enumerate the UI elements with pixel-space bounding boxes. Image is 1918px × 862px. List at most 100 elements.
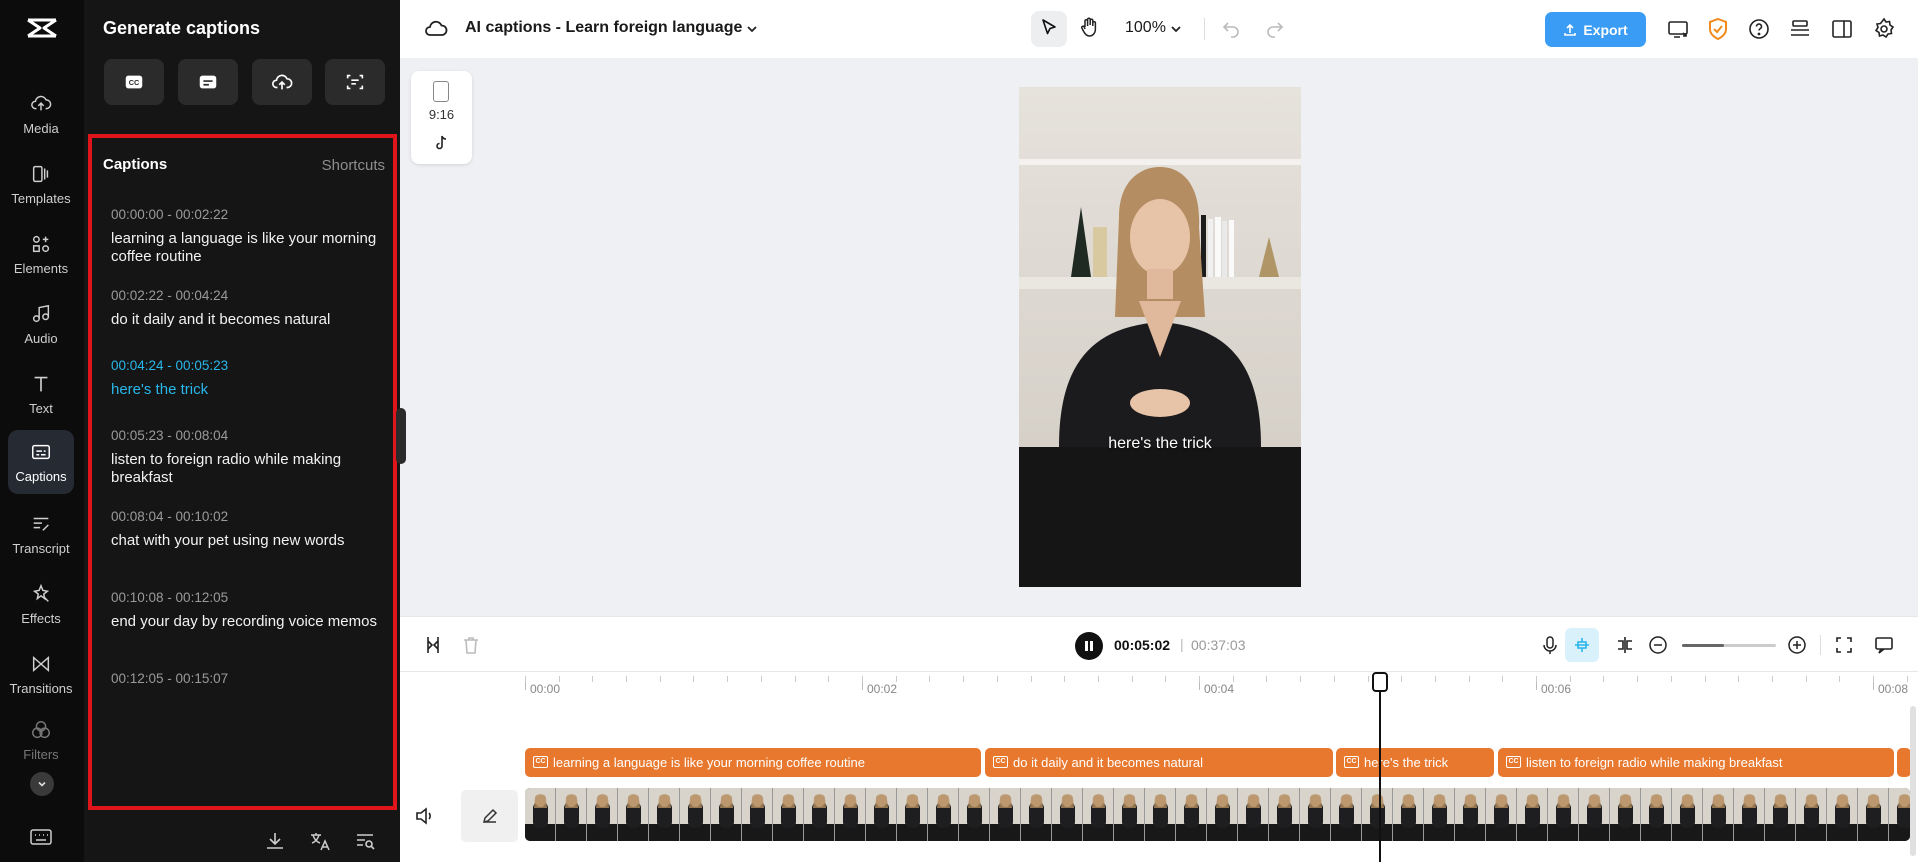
rail-item-filters[interactable]: Filters (8, 712, 74, 768)
caption-item[interactable]: 00:02:22 - 00:04:24 do it daily and it b… (111, 287, 381, 329)
video-preview[interactable]: here's the trick (1019, 87, 1301, 587)
pause-icon (1085, 641, 1093, 651)
caption-text[interactable]: here's the trick (111, 381, 381, 399)
caption-clip-partial[interactable] (1897, 748, 1911, 777)
manual-captions-button[interactable] (178, 59, 238, 105)
caption-clip[interactable]: CC here's the trick (1336, 748, 1494, 777)
timeline-zoom-fill (1682, 644, 1725, 647)
zoom-out-button[interactable] (1646, 633, 1670, 657)
rail-item-transitions[interactable]: Transitions (8, 642, 74, 706)
search-list-icon[interactable] (354, 830, 376, 852)
rail-item-media[interactable]: Media (8, 82, 74, 146)
caption-text[interactable]: end your day by recording voice memos (111, 613, 381, 631)
project-title[interactable]: AI captions - Learn foreign language (465, 19, 742, 37)
caption-item[interactable]: 00:00:00 - 00:02:22 learning a language … (111, 206, 381, 266)
video-track-clip[interactable] (525, 788, 1910, 841)
timeline[interactable]: 00:00 00:02 00:04 00:06 00:08 CC learnin… (400, 672, 1918, 862)
delete-icon[interactable] (462, 635, 480, 655)
scan-captions-button[interactable] (325, 59, 385, 105)
hand-tool-icon[interactable] (1078, 16, 1100, 38)
caption-item-active[interactable]: 00:04:24 - 00:05:23 here's the trick (111, 357, 381, 399)
left-rail: Media Templates Elements Audio Text Capt… (0, 0, 84, 862)
export-button[interactable]: Export (1545, 12, 1646, 47)
caption-item[interactable]: 00:12:05 - 00:15:07 (111, 670, 381, 694)
rail-item-audio[interactable]: Audio (8, 292, 74, 356)
timeline-scrollbar[interactable] (1910, 706, 1916, 856)
ruler-minor-tick (1368, 676, 1369, 682)
caption-text[interactable]: learning a language is like your morning… (111, 230, 381, 266)
present-screen-icon[interactable] (1666, 17, 1690, 41)
caption-text[interactable]: do it daily and it becomes natural (111, 311, 381, 329)
caption-clip[interactable]: CC learning a language is like your morn… (525, 748, 981, 777)
gear-icon[interactable] (1872, 17, 1896, 41)
playhead[interactable] (1379, 680, 1381, 862)
playhead-handle[interactable] (1372, 672, 1388, 692)
caption-clip[interactable]: CC listen to foreign radio while making … (1498, 748, 1894, 777)
split-link-button[interactable] (1613, 633, 1637, 657)
capcut-logo[interactable] (24, 14, 60, 44)
keyboard-icon[interactable] (30, 828, 52, 846)
caption-clip[interactable]: CC do it daily and it becomes natural (985, 748, 1333, 777)
caption-item[interactable]: 00:05:23 - 00:08:04 listen to foreign ra… (111, 427, 381, 487)
caption-item[interactable]: 00:08:04 - 00:10:02 chat with your pet u… (111, 508, 381, 550)
chevron-down-icon[interactable] (1169, 22, 1183, 36)
timeline-zoom-slider[interactable] (1682, 644, 1776, 647)
captions-heading: Captions (103, 156, 168, 173)
volume-icon[interactable] (414, 805, 436, 827)
ratio-label: 9:16 (428, 107, 455, 122)
microphone-button[interactable] (1538, 633, 1562, 657)
auto-captions-button[interactable]: CC (104, 59, 164, 105)
translate-icon[interactable] (309, 830, 331, 852)
ruler-minor-tick (1132, 676, 1133, 682)
chevron-down-icon[interactable] (745, 22, 759, 36)
rail-item-elements[interactable]: Elements (8, 222, 74, 286)
rail-item-transcript[interactable]: Transcript (8, 502, 74, 566)
help-icon[interactable] (1747, 17, 1771, 41)
ruler-minor-tick (828, 676, 829, 682)
rail-item-templates[interactable]: Templates (8, 152, 74, 216)
time-separator: | (1180, 636, 1184, 652)
layout-panel-icon[interactable] (1830, 17, 1854, 41)
rail-more-button[interactable] (30, 772, 54, 796)
undo-icon[interactable] (1221, 18, 1241, 38)
feedback-button[interactable] (1872, 633, 1896, 657)
ruler-minor-tick (1570, 676, 1571, 682)
ruler-minor-tick (1637, 676, 1638, 682)
ruler-minor-tick (761, 676, 762, 682)
video-subtitle[interactable]: here's the trick (1019, 435, 1301, 453)
split-icon[interactable] (424, 635, 442, 655)
aspect-ratio-card[interactable]: 9:16 (411, 71, 472, 164)
ruler-minor-tick (559, 676, 560, 682)
ruler-minor-tick (1772, 676, 1773, 682)
ruler-minor-tick (1401, 676, 1402, 682)
redo-icon[interactable] (1265, 18, 1285, 38)
auto-snap-button[interactable] (1565, 628, 1599, 662)
ruler-minor-tick (963, 676, 964, 682)
zoom-in-button[interactable] (1785, 633, 1809, 657)
cloud-sync-icon[interactable] (424, 17, 448, 41)
ruler-label: 00:04 (1204, 682, 1235, 696)
layers-icon[interactable] (1788, 17, 1812, 41)
shield-icon[interactable] (1707, 17, 1729, 41)
caption-clip-text: learning a language is like your morning… (553, 755, 865, 770)
ruler-minor-tick (1334, 676, 1335, 682)
upload-captions-button[interactable] (252, 59, 312, 105)
shortcuts-link[interactable]: Shortcuts (322, 157, 385, 174)
microphone-icon (1543, 636, 1557, 654)
pause-button[interactable] (1075, 632, 1103, 660)
cover-edit-button[interactable] (461, 790, 518, 842)
caption-item[interactable]: 00:10:08 - 00:12:05 end your day by reco… (111, 589, 381, 631)
export-label: Export (1583, 21, 1628, 38)
rail-item-captions[interactable]: Captions (8, 430, 74, 494)
ruler-minor-tick (795, 676, 796, 682)
rail-item-text[interactable]: Text (8, 362, 74, 426)
rail-item-effects[interactable]: Effects (8, 572, 74, 636)
panel-resize-handle[interactable] (396, 408, 406, 464)
caption-text[interactable]: chat with your pet using new words (111, 532, 381, 550)
caption-text[interactable]: listen to foreign radio while making bre… (111, 451, 381, 487)
zoom-in-icon (1788, 636, 1806, 654)
zoom-level[interactable]: 100% (1125, 19, 1166, 37)
download-icon[interactable] (264, 830, 286, 852)
ruler-minor-tick (1502, 676, 1503, 682)
fullscreen-button[interactable] (1832, 633, 1856, 657)
